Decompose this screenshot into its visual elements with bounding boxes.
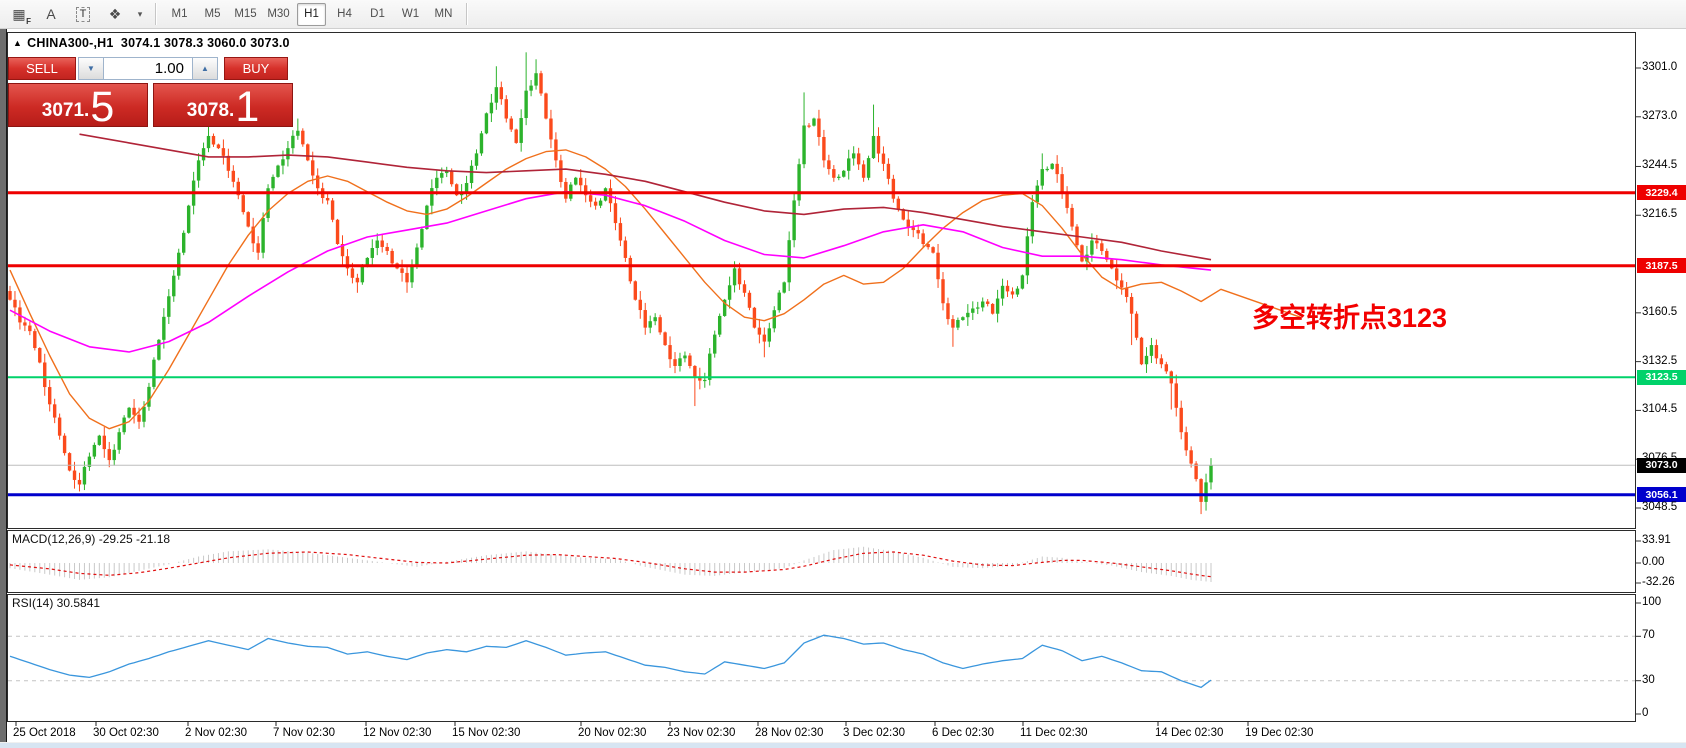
date-axis-label: 6 Dec 02:30 bbox=[932, 727, 994, 739]
price-badge: 3187.5 bbox=[1637, 258, 1686, 273]
buy-price-display[interactable]: 3078.1 bbox=[153, 83, 293, 127]
buy-button[interactable]: BUY bbox=[224, 57, 288, 80]
date-axis-label: 19 Dec 02:30 bbox=[1245, 727, 1313, 739]
toolbar-icon-group: ▦FAT❖▾ bbox=[3, 2, 149, 26]
price-axis-tick-label: 3244.5 bbox=[1642, 159, 1677, 171]
chart-templates-grid-icon[interactable]: ▦F bbox=[5, 2, 33, 26]
collapse-triangle-icon[interactable]: ▲ bbox=[13, 38, 22, 48]
date-axis-label: 2 Nov 02:30 bbox=[185, 727, 247, 739]
timeframe-button-m15[interactable]: M15 bbox=[231, 3, 260, 26]
volume-input[interactable] bbox=[104, 57, 192, 80]
one-click-trading-panel: SELL ▼ ▲ BUY 3071.5 3078.1 bbox=[8, 57, 294, 127]
sell-price-big-digit: 5 bbox=[90, 90, 114, 125]
price-axis-tick-label: 3048.5 bbox=[1642, 501, 1677, 513]
price-axis-tick-label: 3104.5 bbox=[1642, 403, 1677, 415]
timeframe-group: M1M5M15M30H1H4D1W1MN bbox=[163, 3, 460, 26]
date-axis-label: 12 Nov 02:30 bbox=[363, 727, 431, 739]
buy-price-main: 3078 bbox=[187, 101, 229, 120]
price-badge: 3123.5 bbox=[1637, 370, 1686, 385]
price-badge: 3229.4 bbox=[1637, 185, 1686, 200]
rsi-axis-label: 0 bbox=[1642, 707, 1648, 719]
date-axis-label: 20 Nov 02:30 bbox=[578, 727, 646, 739]
rsi-axis-label: 100 bbox=[1642, 596, 1661, 608]
chart-symbol-header: ▲ CHINA300-,H1 3074.1 3078.3 3060.0 3073.… bbox=[13, 36, 290, 50]
buy-price-dot: . bbox=[229, 101, 234, 120]
text-frame-t-icon[interactable]: T bbox=[69, 2, 97, 26]
date-axis-label: 11 Dec 02:30 bbox=[1020, 727, 1088, 739]
date-axis-label: 25 Oct 2018 bbox=[13, 727, 76, 739]
date-axis-label: 28 Nov 02:30 bbox=[755, 727, 823, 739]
volume-stepper: ▼ ▲ bbox=[78, 57, 218, 80]
timeframe-button-h1[interactable]: H1 bbox=[297, 3, 326, 26]
date-axis-label: 15 Nov 02:30 bbox=[452, 727, 520, 739]
price-axis-tick-label: 3160.5 bbox=[1642, 306, 1677, 318]
toolbar-separator bbox=[155, 3, 157, 25]
timeframe-button-m1[interactable]: M1 bbox=[165, 3, 194, 26]
symbol-ohlc: 3074.1 3078.3 3060.0 3073.0 bbox=[121, 36, 290, 50]
mt4-window: ▦FAT❖▾ M1M5M15M30H1H4D1W1MN ▲ CHINA300-,H… bbox=[0, 0, 1686, 748]
volume-decrease-button[interactable]: ▼ bbox=[78, 57, 104, 80]
macd-axis-label: 0.00 bbox=[1642, 556, 1664, 568]
timeframe-button-mn[interactable]: MN bbox=[429, 3, 458, 26]
date-axis-label: 30 Oct 02:30 bbox=[93, 727, 159, 739]
price-axis-tick-label: 3301.0 bbox=[1642, 61, 1677, 73]
rsi-axis-label: 30 bbox=[1642, 674, 1655, 686]
rsi-axis-label: 70 bbox=[1642, 629, 1655, 641]
date-axis-label: 14 Dec 02:30 bbox=[1155, 727, 1223, 739]
date-axis-label: 7 Nov 02:30 bbox=[273, 727, 335, 739]
timeframe-button-m5[interactable]: M5 bbox=[198, 3, 227, 26]
top-toolbar: ▦FAT❖▾ M1M5M15M30H1H4D1W1MN bbox=[0, 0, 1686, 29]
price-axis-tick-label: 3216.5 bbox=[1642, 208, 1677, 220]
chart-text-annotation: 多空转折点3123 bbox=[1252, 296, 1447, 335]
volume-increase-button[interactable]: ▲ bbox=[192, 57, 218, 80]
sell-button[interactable]: SELL bbox=[8, 57, 76, 80]
price-axis-tick-label: 3076.5 bbox=[1642, 452, 1677, 464]
timeframe-button-w1[interactable]: W1 bbox=[396, 3, 425, 26]
text-label-a-icon[interactable]: A bbox=[37, 2, 65, 26]
macd-axis-label: 33.91 bbox=[1642, 534, 1671, 546]
price-axis-tick-label: 3273.0 bbox=[1642, 110, 1677, 122]
date-axis-label: 3 Dec 02:30 bbox=[843, 727, 905, 739]
date-axis-label: 23 Nov 02:30 bbox=[667, 727, 735, 739]
timeframe-button-m30[interactable]: M30 bbox=[264, 3, 293, 26]
buy-price-big-digit: 1 bbox=[235, 90, 259, 125]
toolbar-separator bbox=[466, 3, 468, 25]
window-bottom-edge bbox=[0, 743, 1686, 748]
macd-axis-label: -32.26 bbox=[1642, 576, 1675, 588]
timeframe-button-d1[interactable]: D1 bbox=[363, 3, 392, 26]
macd-indicator-label: MACD(12,26,9) -29.25 -21.18 bbox=[12, 532, 170, 546]
sell-price-dot: . bbox=[84, 101, 89, 120]
rsi-indicator-label: RSI(14) 30.5841 bbox=[12, 596, 100, 610]
sell-price-main: 3071 bbox=[42, 101, 84, 120]
objects-dropdown-caret-icon[interactable]: ▾ bbox=[133, 2, 147, 26]
timeframe-button-h4[interactable]: H4 bbox=[330, 3, 359, 26]
symbol-name: CHINA300-,H1 bbox=[27, 36, 113, 50]
sell-price-display[interactable]: 3071.5 bbox=[8, 83, 148, 127]
objects-diamond-icon[interactable]: ❖ bbox=[101, 2, 129, 26]
price-axis-tick-label: 3132.5 bbox=[1642, 355, 1677, 367]
